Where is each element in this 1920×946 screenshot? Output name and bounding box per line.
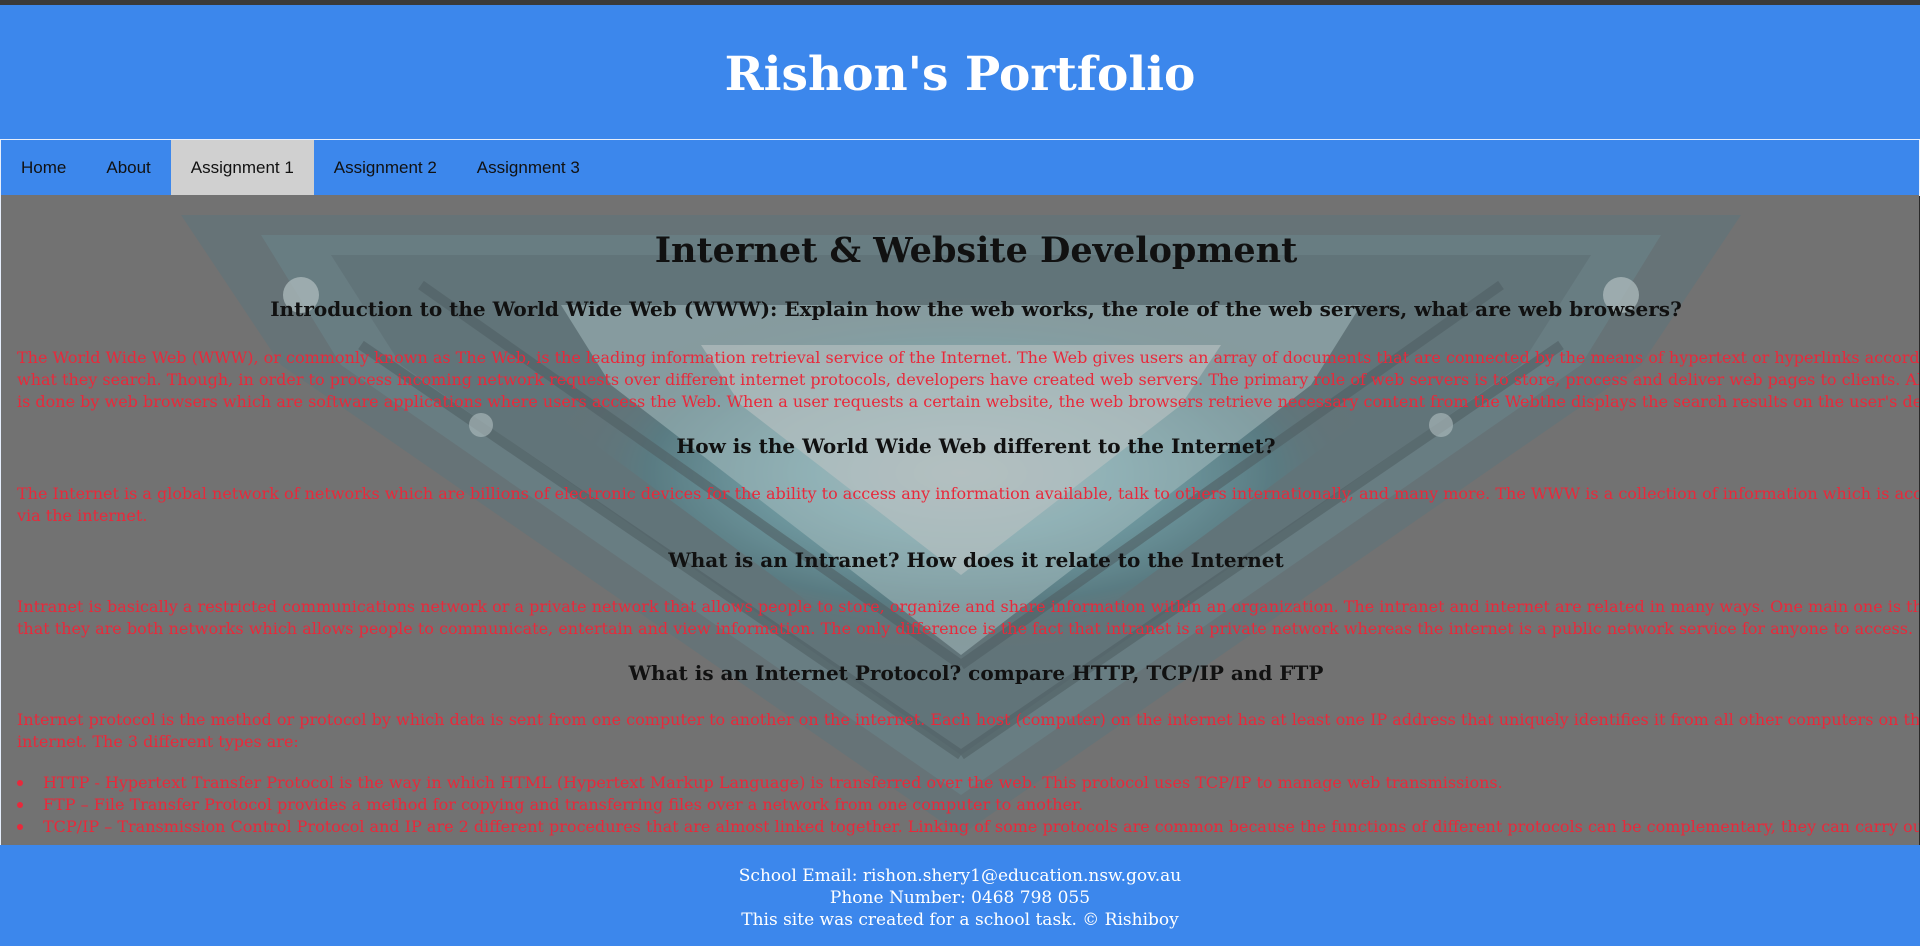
site-title: Rishon's Portfolio <box>724 47 1196 102</box>
bullet-icon <box>17 802 23 808</box>
paragraph-line: that they are both networks which allows… <box>17 619 1914 638</box>
list-item-text: FTP – File Transfer Protocol provides a … <box>43 795 1084 814</box>
section-heading-www: Introduction to the World Wide Web (WWW)… <box>270 297 1682 321</box>
bullet-icon <box>17 780 23 786</box>
article: Internet & Website Development Introduct… <box>1 195 1919 845</box>
section-heading-protocol: What is an Internet Protocol? compare HT… <box>628 661 1324 685</box>
nav-item-assignment-3[interactable]: Assignment 3 <box>457 140 600 195</box>
list-item: HTTP - Hypertext Transfer Protocol is th… <box>17 772 1919 794</box>
paragraph-protocol: Internet protocol is the method or proto… <box>17 709 1919 753</box>
paragraph-intranet: Intranet is basically a restricted commu… <box>17 596 1919 640</box>
page-title: Internet & Website Development <box>654 230 1298 271</box>
nav-item-about[interactable]: About <box>86 140 170 195</box>
footer-email: School Email: rishon.shery1@education.ns… <box>738 866 1182 886</box>
section-heading-intranet: What is an Intranet? How does it relate … <box>668 548 1284 572</box>
paragraph-line: The World Wide Web (WWW), or commonly kn… <box>17 348 1919 367</box>
list-item-text: HTTP - Hypertext Transfer Protocol is th… <box>43 773 1503 792</box>
protocol-list: HTTP - Hypertext Transfer Protocol is th… <box>17 772 1919 838</box>
list-item-text: TCP/IP – Transmission Control Protocol a… <box>43 817 1919 836</box>
nav-item-assignment-2[interactable]: Assignment 2 <box>314 140 457 195</box>
bullet-icon <box>17 824 23 830</box>
section-heading-web-vs-internet: How is the World Wide Web different to t… <box>676 434 1276 458</box>
paragraph-line: what they search. Though, in order to pr… <box>17 370 1919 389</box>
nav-item-assignment-1[interactable]: Assignment 1 <box>170 140 314 195</box>
paragraph-line: The Internet is a global network of netw… <box>17 484 1919 503</box>
paragraph-web-vs-internet: The Internet is a global network of netw… <box>17 483 1919 527</box>
footer-phone: Phone Number: 0468 798 055 <box>829 888 1091 908</box>
site-footer: School Email: rishon.shery1@education.ns… <box>0 845 1920 946</box>
paragraph-line: via the internet. <box>17 506 148 525</box>
site-header: Rishon's Portfolio <box>0 5 1920 139</box>
paragraph-www: The World Wide Web (WWW), or commonly kn… <box>17 347 1919 413</box>
main-content: Internet & Website Development Introduct… <box>0 195 1919 845</box>
paragraph-line: internet. The 3 different types are: <box>17 732 299 751</box>
paragraph-line: is done by web browsers which are softwa… <box>17 392 1919 411</box>
paragraph-line: Internet protocol is the method or proto… <box>17 710 1919 729</box>
list-item: FTP – File Transfer Protocol provides a … <box>17 794 1919 816</box>
main-nav: Home About Assignment 1 Assignment 2 Ass… <box>0 139 1920 196</box>
nav-item-home[interactable]: Home <box>1 140 86 195</box>
footer-credit: This site was created for a school task.… <box>741 910 1179 930</box>
list-item: TCP/IP – Transmission Control Protocol a… <box>17 816 1919 838</box>
paragraph-line: Intranet is basically a restricted commu… <box>17 597 1919 616</box>
